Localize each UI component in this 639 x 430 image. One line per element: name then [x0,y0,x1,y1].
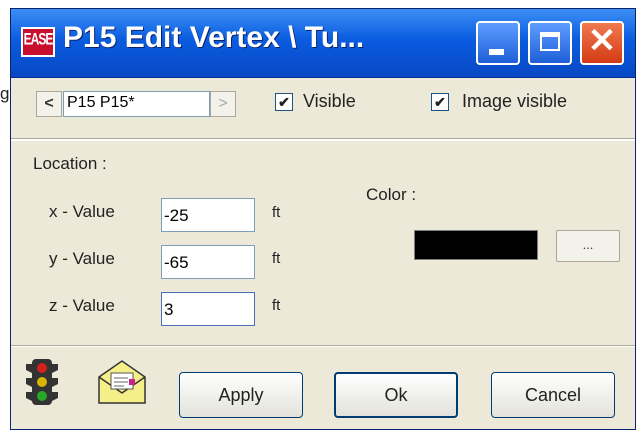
vertex-name-field[interactable]: P15 P15* [63,91,210,117]
minimize-button[interactable] [476,21,520,65]
close-icon: ✕ [587,22,617,60]
visible-checkbox[interactable]: ✔ [275,93,293,111]
window-title: P15 Edit Vertex \ Tu... [63,21,365,54]
color-swatch[interactable] [414,230,538,260]
vertex-selector-row: < P15 P15* > ✔ Visible ✔ Image visible [11,81,635,141]
app-logo-text: EASE [23,29,54,49]
color-label: Color : [366,185,417,204]
minimize-icon [489,49,504,55]
close-button[interactable]: ✕ [580,21,624,65]
apply-button[interactable]: Apply [179,372,303,418]
image-visible-label[interactable]: Image visible [462,91,567,112]
next-vertex-button[interactable]: > [210,91,236,117]
z-unit-label: ft [272,297,281,314]
edit-vertex-window: EASE P15 Edit Vertex \ Tu... ✕ < P15 P15… [10,8,636,430]
app-logo-icon: EASE [21,27,55,57]
location-label: Location : [33,154,107,173]
title-bar[interactable]: EASE P15 Edit Vertex \ Tu... ✕ [11,9,635,78]
y-value-input[interactable]: -65 [161,245,255,279]
traffic-light-icon[interactable] [25,358,59,406]
cancel-button[interactable]: Cancel [491,372,615,418]
divider [11,345,635,347]
y-value-label: y - Value [49,249,115,268]
z-value-input[interactable]: 3 [161,292,255,326]
previous-vertex-button[interactable]: < [36,91,62,117]
ok-button[interactable]: Ok [334,372,458,418]
image-visible-checkbox[interactable]: ✔ [431,93,449,111]
mail-envelope-icon[interactable] [97,359,147,407]
visible-label[interactable]: Visible [303,91,356,112]
y-unit-label: ft [272,250,281,267]
maximize-icon [540,32,560,51]
background-text-fragment: g [0,84,10,103]
color-picker-button[interactable]: ... [556,230,620,262]
x-unit-label: ft [272,204,281,221]
x-value-input[interactable]: -25 [161,198,255,232]
maximize-button[interactable] [528,21,572,65]
z-value-label: z - Value [49,296,115,315]
x-value-label: x - Value [49,202,115,221]
